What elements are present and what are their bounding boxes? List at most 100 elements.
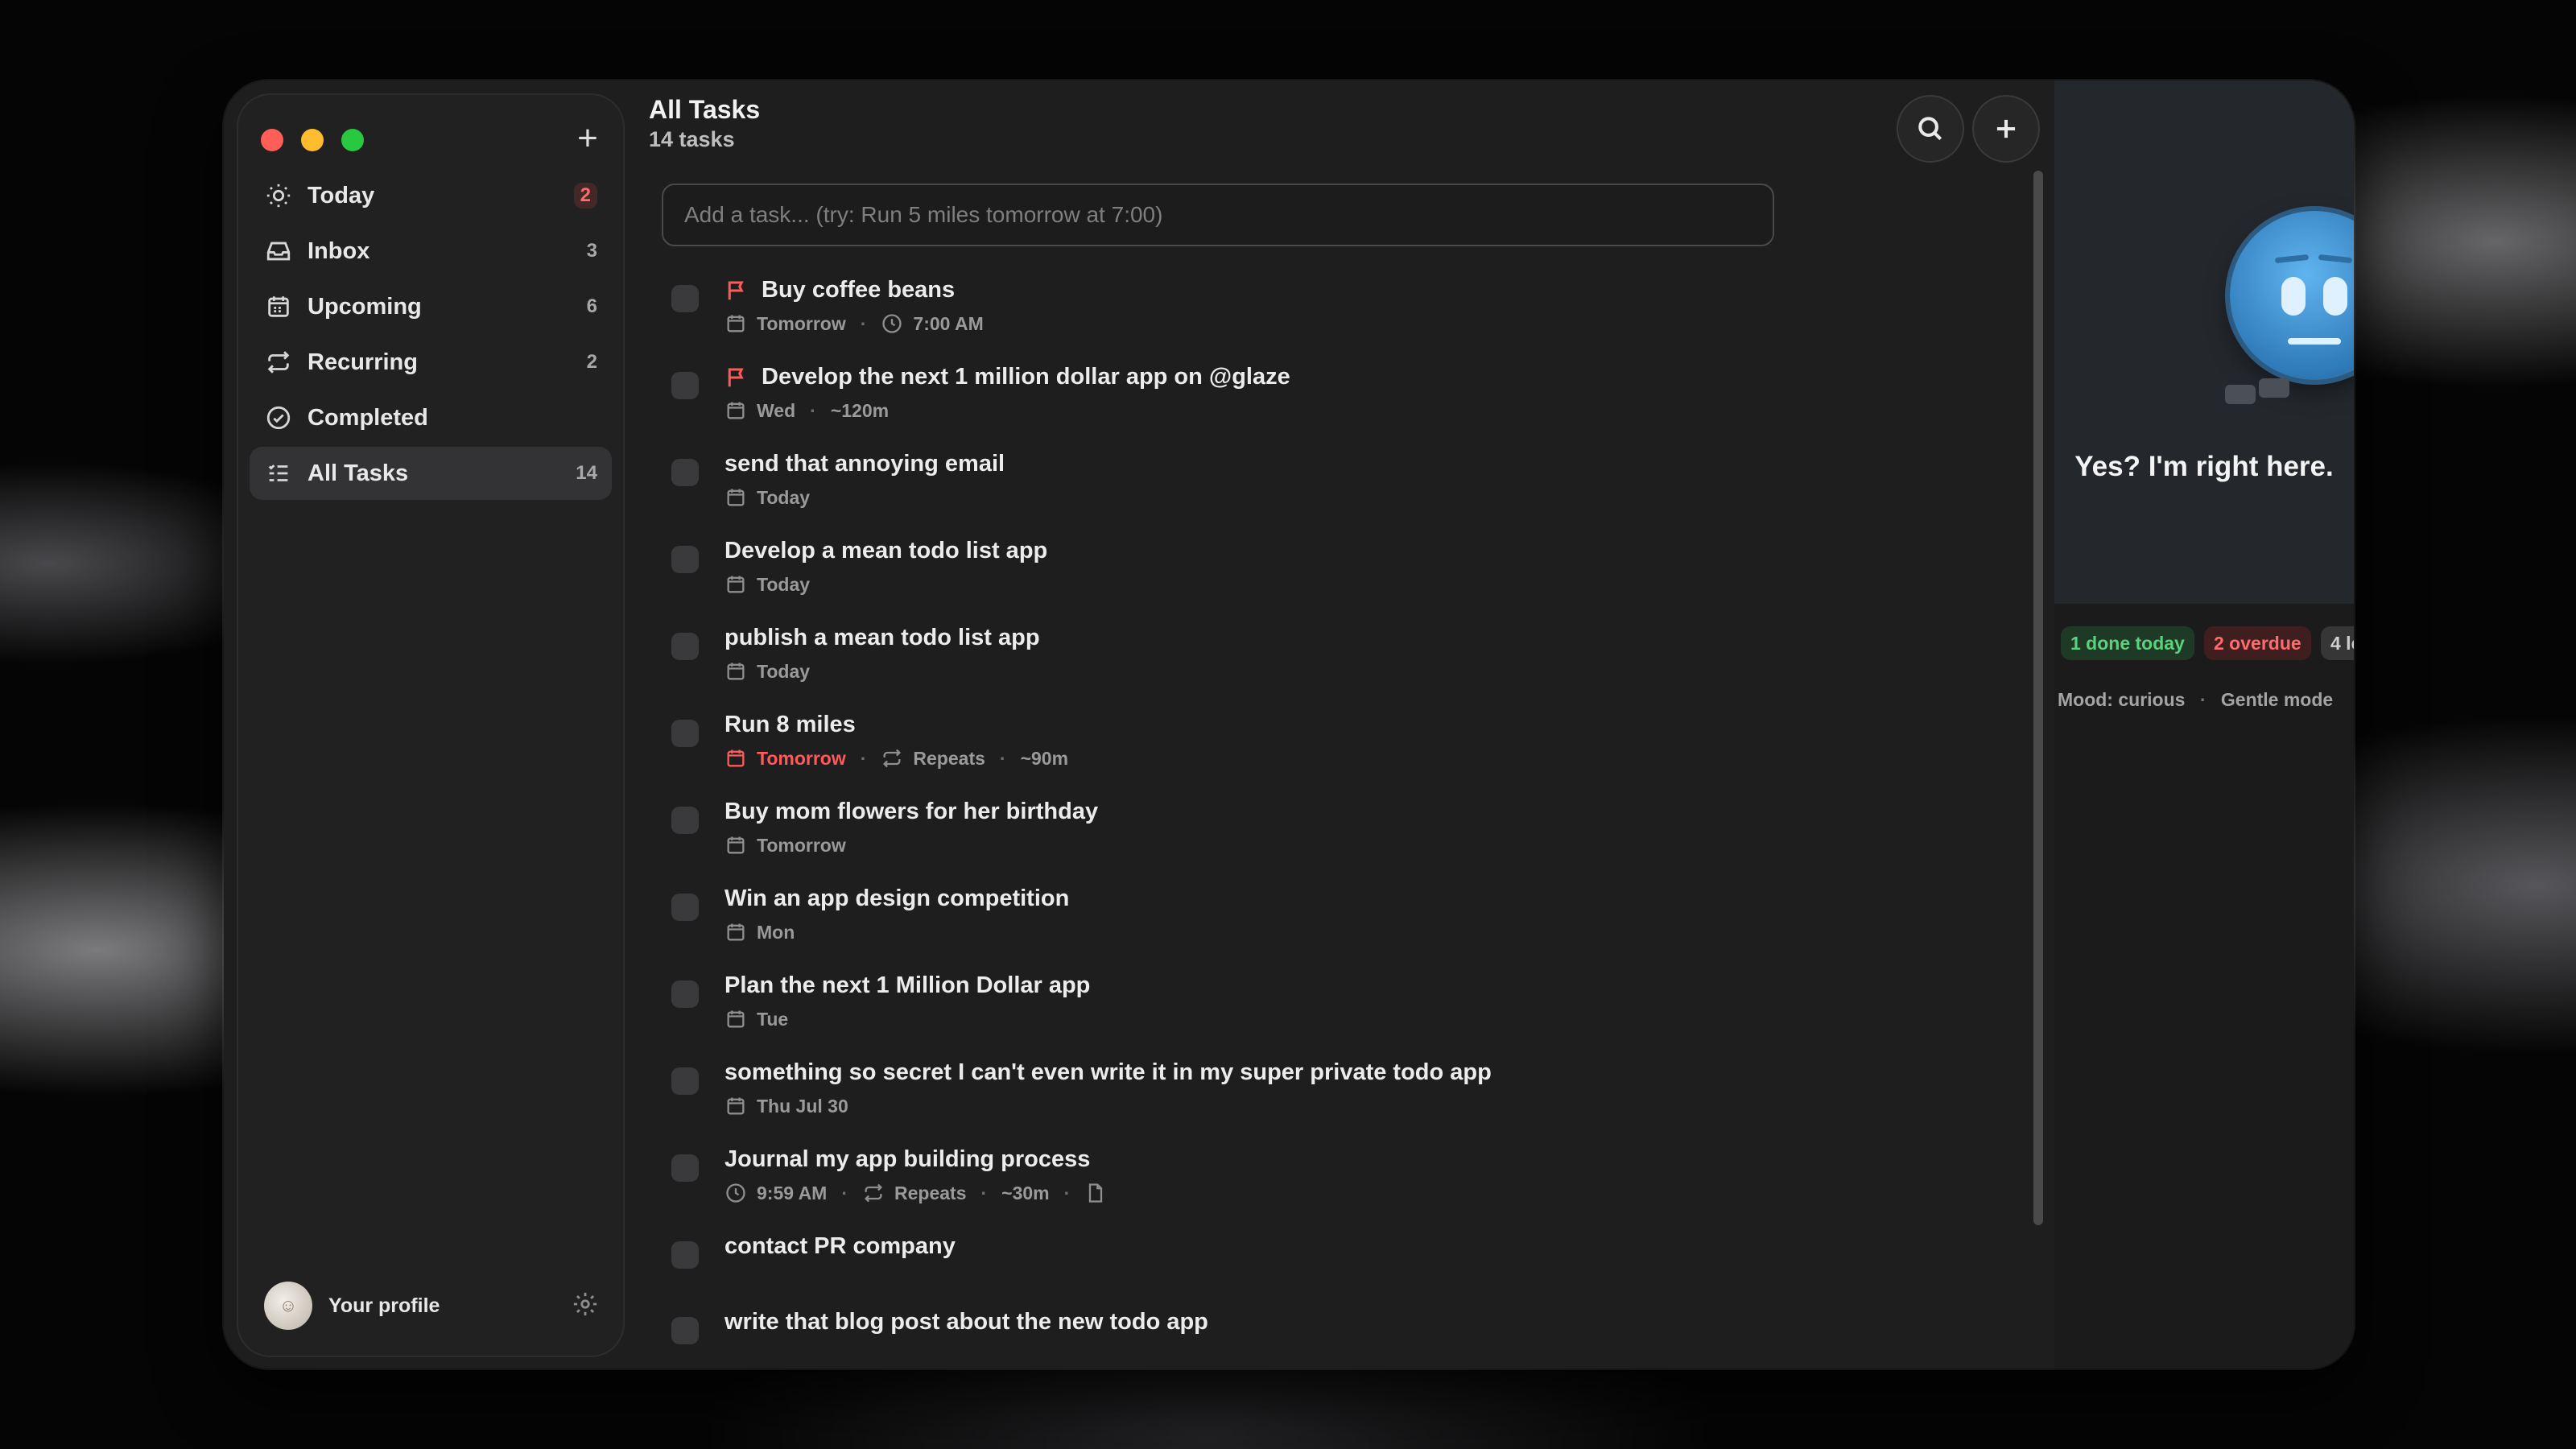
calendar-icon	[727, 749, 745, 767]
meta-separator: ·	[999, 747, 1006, 769]
sidebar-item-completed[interactable]: Completed	[250, 391, 612, 444]
left-today-chip: 4 left today	[2321, 626, 2354, 660]
task-checkbox[interactable]	[671, 372, 699, 399]
task-time: 7:00 AM	[913, 312, 984, 334]
sidebar-item-today[interactable]: Today 2	[250, 169, 612, 222]
search-button[interactable]	[1898, 97, 1963, 161]
task-title: send that annoying email	[724, 451, 1005, 477]
calendar-icon	[727, 402, 745, 419]
task-row[interactable]: Plan the next 1 Million Dollar app Tue	[641, 969, 2025, 1056]
task-row[interactable]: send that annoying email Today	[641, 448, 2025, 535]
search-icon	[1918, 117, 1942, 141]
task-checkbox[interactable]	[671, 633, 699, 660]
task-row[interactable]: contact PR company	[641, 1230, 2025, 1317]
task-checkbox[interactable]	[671, 980, 699, 1008]
task-row[interactable]: Win an app design competition Mon	[641, 882, 2025, 969]
sidebar-item-upcoming[interactable]: Upcoming 6	[250, 280, 612, 333]
task-checkbox[interactable]	[671, 720, 699, 747]
task-title: Develop a mean todo list app	[724, 538, 1048, 564]
count-badge: 2	[586, 351, 597, 373]
add-task-input[interactable]	[662, 184, 1774, 246]
add-task-button[interactable]	[1974, 97, 2038, 161]
hands-icon	[2225, 378, 2297, 404]
avatar[interactable]: ☺	[264, 1282, 312, 1330]
task-repeat: Repeats	[894, 1182, 967, 1203]
profile-row[interactable]: ☺ Your profile	[264, 1280, 599, 1331]
meta-separator: ·	[860, 312, 867, 334]
task-row[interactable]: Develop a mean todo list app Today	[641, 535, 2025, 621]
sun-icon	[264, 181, 293, 210]
calendar-icon	[727, 923, 745, 941]
sidebar: + Today 2 Inbox 3 Upcoming 6 Recurring 2…	[238, 95, 623, 1356]
task-duration: ~90m	[1020, 747, 1069, 769]
sidebar-item-all-tasks[interactable]: All Tasks 14	[250, 447, 612, 500]
meta-separator: ·	[1063, 1182, 1071, 1203]
gear-icon[interactable]	[572, 1290, 599, 1322]
meta-separator: ·	[841, 1182, 848, 1203]
calendar-icon	[264, 292, 293, 321]
task-time: 9:59 AM	[757, 1182, 828, 1203]
calendar-icon	[727, 1097, 745, 1115]
window-controls	[261, 129, 364, 151]
sidebar-item-recurring[interactable]: Recurring 2	[250, 336, 612, 389]
task-row[interactable]: Buy mom flowers for her birthday Tomorro…	[641, 795, 2025, 882]
task-row[interactable]: Run 8 miles Tomorrow · Repeats · ~90m	[641, 708, 2025, 795]
flag-icon	[724, 365, 752, 393]
sidebar-item-label: Today	[308, 182, 375, 208]
task-checkbox[interactable]	[671, 1067, 699, 1095]
task-row[interactable]: Buy coffee beans Tomorrow · 7:00 AM	[641, 274, 2025, 361]
task-row[interactable]: write that blog post about the new todo …	[641, 1306, 2025, 1368]
task-checkbox[interactable]	[671, 894, 699, 921]
calendar-icon	[727, 1010, 745, 1028]
task-row[interactable]: Develop the next 1 million dollar app on…	[641, 361, 2025, 448]
task-date: Mon	[757, 921, 795, 943]
plus-icon	[1996, 119, 2016, 138]
task-checkbox[interactable]	[671, 807, 699, 834]
overdue-chip[interactable]: 2 overdue	[2204, 626, 2311, 660]
meta-separator: ·	[860, 747, 867, 769]
task-duration: ~120m	[830, 399, 890, 421]
mood-separator: ·	[2199, 689, 2207, 710]
calendar-icon	[727, 489, 745, 506]
meta-separator: ·	[810, 399, 816, 421]
task-date: Tomorrow	[757, 312, 846, 334]
task-meta: Tomorrow	[724, 834, 846, 857]
task-checkbox[interactable]	[671, 459, 699, 486]
scrollbar[interactable]	[2033, 171, 2043, 1225]
task-checkbox[interactable]	[671, 285, 699, 312]
sidebar-item-label: Inbox	[308, 237, 370, 264]
minimize-window-button[interactable]	[301, 129, 324, 151]
task-checkbox[interactable]	[671, 1317, 699, 1344]
sidebar-item-inbox[interactable]: Inbox 3	[250, 225, 612, 278]
task-date: Tue	[757, 1008, 789, 1030]
task-checkbox[interactable]	[671, 546, 699, 573]
repeat-icon	[264, 348, 293, 377]
task-row[interactable]: Journal my app building process 9:59 AM …	[641, 1143, 2025, 1230]
eye-icon	[2323, 277, 2347, 316]
task-meta: Today	[724, 660, 810, 683]
task-row[interactable]: something so secret I can't even write i…	[641, 1056, 2025, 1143]
brow-icon	[2274, 254, 2310, 264]
sidebar-item-label: Completed	[308, 404, 428, 431]
brow-icon	[2318, 254, 2353, 264]
task-checkbox[interactable]	[671, 1154, 699, 1182]
task-meta: Tue	[724, 1008, 788, 1030]
meta-separator: ·	[980, 1182, 988, 1203]
profile-label[interactable]: Your profile	[328, 1294, 572, 1318]
task-checkbox[interactable]	[671, 1241, 699, 1269]
task-row[interactable]: publish a mean todo list app Today	[641, 621, 2025, 708]
count-badge: 14	[576, 462, 597, 484]
close-window-button[interactable]	[261, 129, 283, 151]
task-meta: Tomorrow · Repeats · ~90m	[724, 747, 1068, 770]
new-list-button[interactable]: +	[568, 121, 607, 159]
assistant-greeting: Yes? I'm right here.	[2074, 451, 2334, 482]
mode-label: Gentle mode	[2220, 689, 2334, 710]
assistant-panel: Yes? I'm right here. 1 done today 2 over…	[2054, 80, 2354, 1368]
task-date: Wed	[757, 399, 796, 421]
task-date-overdue: Tomorrow	[757, 747, 846, 769]
task-date: Today	[757, 660, 811, 682]
task-title: Buy mom flowers for her birthday	[724, 799, 1099, 824]
zoom-window-button[interactable]	[341, 129, 364, 151]
task-title: Plan the next 1 Million Dollar app	[724, 972, 1091, 998]
inbox-icon	[264, 237, 293, 266]
